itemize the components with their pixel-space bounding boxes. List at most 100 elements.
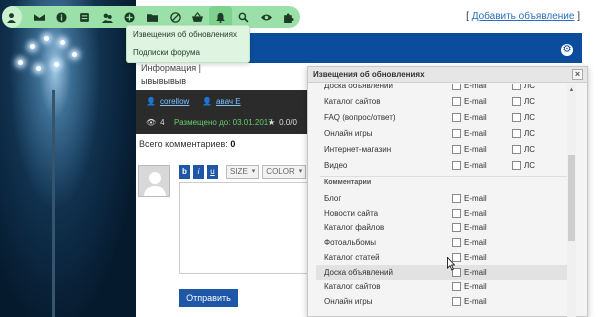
modal-body: Доска объявлений E-mail ЛС Каталог сайтов E-… (316, 84, 568, 316)
scroll-up-icon[interactable]: ▲ (568, 87, 575, 93)
section-divider (320, 176, 568, 177)
eye-icon[interactable] (255, 6, 278, 28)
email-label: E-mail (464, 267, 487, 277)
email-label: E-mail (464, 223, 487, 233)
ls-label: ЛС (524, 129, 536, 138)
ls-checkbox[interactable] (512, 113, 521, 122)
email-label: E-mail (464, 113, 487, 122)
subscription-label: Интернет-магазин (324, 145, 392, 154)
bold-button[interactable]: b (179, 165, 190, 179)
email-checkbox[interactable] (452, 145, 461, 154)
subscription-label: Каталог сайтов (324, 97, 381, 106)
ls-label: ЛС (524, 97, 536, 106)
post-text: ывывывыв (141, 76, 186, 86)
close-icon[interactable]: × (572, 69, 583, 80)
dropdown-item-forum-subscriptions[interactable]: Подписки форума (127, 44, 249, 62)
total-comments: Всего комментариев: 0 (139, 139, 236, 149)
subscription-row: Каталог файлов E-mail (316, 220, 568, 235)
email-label: E-mail (464, 145, 487, 154)
bookmark-icon[interactable] (73, 6, 96, 28)
email-label: E-mail (464, 161, 487, 170)
ls-checkbox[interactable] (512, 145, 521, 154)
ls-checkbox[interactable] (512, 84, 521, 90)
placed-until: Размещено до: 03.01.2017 (174, 118, 273, 127)
email-label: E-mail (464, 194, 487, 203)
gear-icon[interactable]: ⚙ (561, 44, 573, 56)
subscription-label: Новости сайта (324, 208, 379, 218)
subscription-row: FAQ (вопрос/ответ) E-mail ЛС (316, 110, 568, 125)
email-label: E-mail (464, 129, 487, 138)
email-checkbox[interactable] (452, 208, 461, 218)
email-checkbox[interactable] (452, 129, 461, 138)
subscription-label: FAQ (вопрос/ответ) (324, 113, 396, 122)
editor-toolbar: b i u SIZE ▾ COLOR ▾ (179, 165, 307, 179)
subscription-label: Доска объявлений (324, 84, 393, 90)
email-checkbox[interactable] (452, 223, 461, 233)
ls-label: ЛС (524, 84, 536, 90)
email-checkbox[interactable] (452, 238, 461, 248)
views-count: 4 (160, 118, 165, 127)
email-checkbox[interactable] (452, 282, 461, 292)
subscription-row: Фотоальбомы E-mail (316, 235, 568, 250)
submit-button[interactable]: Отправить (179, 289, 238, 307)
subscription-row: Доска объявлений E-mail (316, 264, 568, 280)
color-select[interactable]: COLOR ▾ (262, 165, 307, 179)
notifications-modal: Извещения об обновлениях × Доска объявле… (307, 66, 588, 317)
subscription-label: Фотоальбомы (324, 238, 376, 248)
subscription-label: Доска объявлений (324, 267, 393, 277)
info-icon[interactable] (51, 6, 74, 28)
puzzle-icon[interactable] (277, 6, 300, 28)
subscription-label: Блог (324, 194, 342, 203)
email-checkbox[interactable] (452, 296, 461, 306)
comment-textarea[interactable] (179, 182, 309, 274)
size-select[interactable]: SIZE ▾ (226, 165, 260, 179)
email-checkbox[interactable] (452, 84, 461, 90)
add-ad-link[interactable]: Добавить объявление (472, 11, 575, 22)
post-meta: 👤 corellow 👤 авач Е 👁 4 Размещено до: 03… (136, 90, 309, 134)
email-checkbox[interactable] (452, 113, 461, 122)
user-icon: 👤 (202, 97, 212, 106)
subscription-label: Каталог файлов (324, 223, 385, 233)
email-label: E-mail (464, 238, 487, 248)
users-icon[interactable] (96, 6, 119, 28)
subscription-row: Блог E-mail (316, 191, 568, 206)
subscription-label: Видео (324, 161, 348, 170)
mouse-cursor-icon (447, 257, 455, 271)
email-checkbox[interactable] (452, 97, 461, 106)
ls-checkbox[interactable] (512, 97, 521, 106)
user-icon[interactable] (2, 6, 22, 28)
email-checkbox[interactable] (452, 161, 461, 170)
subscription-row: Онлайн игры E-mail ЛС (316, 126, 568, 141)
subscription-label: Онлайн игры (324, 296, 373, 306)
email-label: E-mail (464, 97, 487, 106)
rating-value: 0.0/0 (279, 118, 297, 127)
user-icon: 👤 (146, 97, 156, 106)
avatar (138, 165, 170, 197)
subscription-row: Каталог сайтов E-mail (316, 279, 568, 294)
email-label: E-mail (464, 296, 487, 306)
eye-icon: 👁 (146, 118, 157, 127)
subscription-row: Интернет-магазин E-mail ЛС (316, 142, 568, 157)
chevron-down-icon: ▾ (298, 168, 303, 175)
second-author-link[interactable]: авач Е (216, 97, 241, 106)
subscription-row: Новости сайта E-mail (316, 206, 568, 221)
author-link[interactable]: corellow (160, 97, 189, 106)
ls-label: ЛС (524, 145, 536, 154)
ls-checkbox[interactable] (512, 129, 521, 138)
email-checkbox[interactable] (452, 194, 461, 203)
italic-button[interactable]: i (193, 165, 204, 179)
dropdown-item-updates[interactable]: Извещения об обновлениях (127, 26, 249, 44)
ls-label: ЛС (524, 113, 536, 122)
email-label: E-mail (464, 282, 487, 292)
subscription-label: Каталог сайтов (324, 282, 381, 292)
ls-label: ЛС (524, 161, 536, 170)
envelope-icon[interactable] (28, 6, 51, 28)
subscription-row: Каталог статей E-mail (316, 250, 568, 265)
subscription-row: Видео E-mail ЛС (316, 158, 568, 173)
email-label: E-mail (464, 252, 487, 262)
chevron-down-icon: ▾ (251, 168, 256, 175)
info-label: Информация | (141, 63, 201, 73)
underline-button[interactable]: u (207, 165, 218, 179)
ls-checkbox[interactable] (512, 161, 521, 170)
scroll-thumb[interactable] (568, 155, 575, 241)
